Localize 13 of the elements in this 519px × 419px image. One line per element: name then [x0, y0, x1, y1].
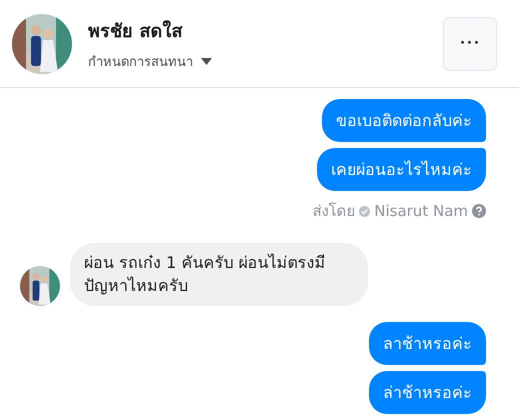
- more-button[interactable]: •••: [443, 16, 497, 70]
- caret-icon: [201, 58, 212, 64]
- received-message: ผ่อน รถเก๋ง 1 คันครับ ผ่อนไม่ตรงมีปัญหาไหมครับ: [70, 243, 368, 306]
- sent-by-label: ส่งโดย: [312, 201, 356, 222]
- sent-message: เคยผ่อนอะไรไหมค่ะ: [317, 148, 486, 192]
- help-icon[interactable]: [472, 204, 486, 218]
- sender-name: Nisarut Nam: [374, 202, 468, 220]
- conversation-settings-link[interactable]: กำหนดการสนทนา: [88, 50, 193, 72]
- sent-message: ลาช้าหรอค่ะ: [369, 322, 486, 365]
- check-icon: [359, 206, 370, 217]
- sent-message: ล่าช้าหรอค่ะ: [369, 371, 486, 414]
- contact-name: พรชัย สดใส: [88, 19, 184, 44]
- sent-message: ขอเบอติดต่อกลับค่ะ: [322, 99, 486, 142]
